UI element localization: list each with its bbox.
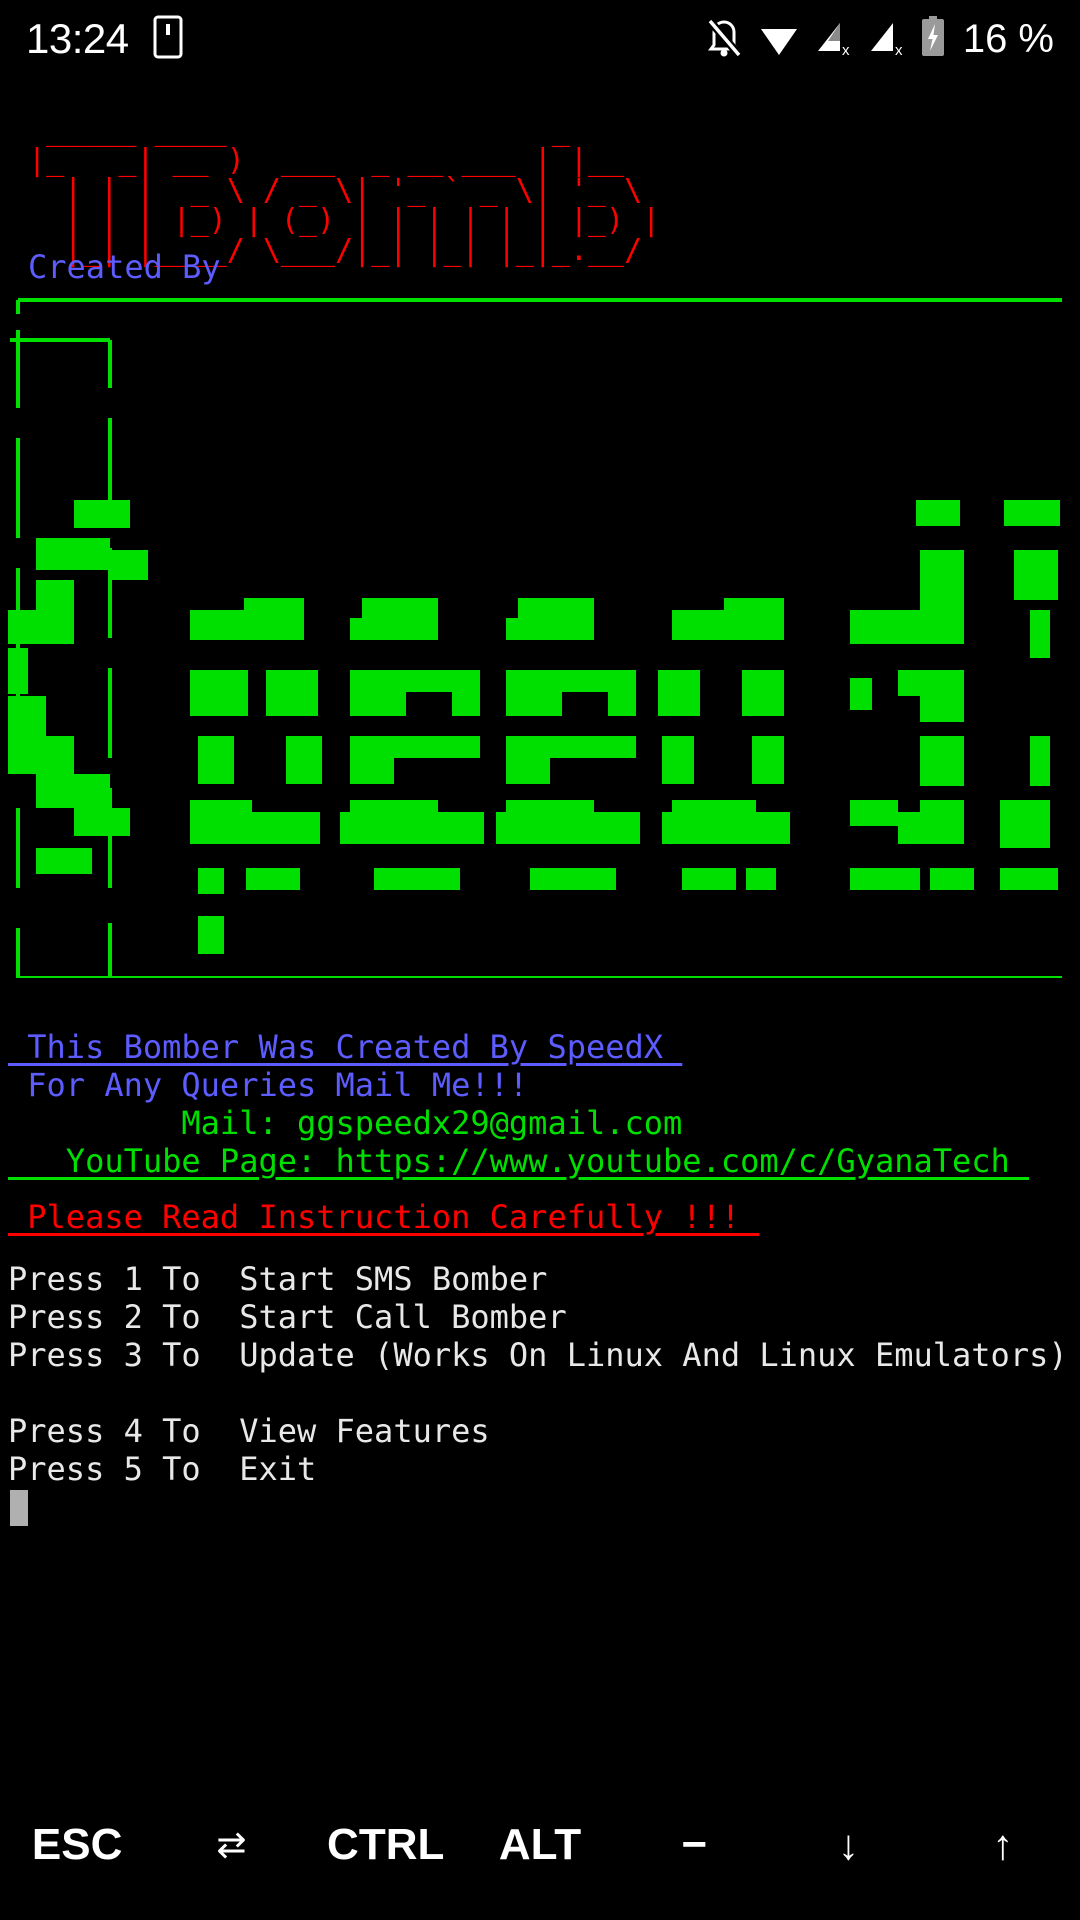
status-bar-right: x x 16 % xyxy=(704,15,1054,63)
svg-text:x: x xyxy=(842,42,850,59)
minus-key[interactable]: − xyxy=(617,1823,771,1867)
tab-key[interactable]: ⇄ xyxy=(154,1827,308,1863)
terminal-output[interactable]: _____ ____ _ |_ _| __ ) ___ _ __ ___ | |… xyxy=(0,78,1080,1770)
device-icon xyxy=(153,15,183,63)
status-clock: 13:24 xyxy=(26,15,129,62)
menu-item-exit[interactable]: Press 5 To Exit xyxy=(8,1450,316,1488)
speedx-block-art xyxy=(8,298,1062,978)
status-bar-left: 13:24 xyxy=(26,15,183,63)
tbomb-ascii-banner: _____ ____ _ |_ _| __ ) ___ _ __ ___ | |… xyxy=(28,113,661,268)
alt-key[interactable]: ALT xyxy=(463,1823,617,1867)
mail-line: Mail: ggspeedx29@gmail.com xyxy=(8,1104,683,1142)
wifi-icon xyxy=(757,15,801,63)
created-by-label: Created By xyxy=(28,248,221,286)
signal-2-no-service-icon: x xyxy=(867,15,907,63)
extra-keys-row: ESC ⇄ CTRL ALT − ↓ ↑ xyxy=(0,1770,1080,1920)
arrow-down-key[interactable]: ↓ xyxy=(771,1824,925,1866)
credit-line-1: This Bomber Was Created By SpeedX xyxy=(8,1028,683,1066)
notifications-off-icon xyxy=(704,15,744,63)
menu-item-call-bomber[interactable]: Press 2 To Start Call Bomber xyxy=(8,1298,567,1336)
battery-charging-icon xyxy=(920,15,946,63)
arrow-up-key[interactable]: ↑ xyxy=(926,1824,1080,1866)
ctrl-key[interactable]: CTRL xyxy=(309,1823,463,1867)
menu-item-sms-bomber[interactable]: Press 1 To Start SMS Bomber xyxy=(8,1260,547,1298)
esc-key[interactable]: ESC xyxy=(0,1823,154,1867)
signal-1-no-service-icon: x xyxy=(814,15,854,63)
warning-line: Please Read Instruction Carefully !!! xyxy=(8,1198,760,1236)
status-bar: 13:24 x x 16 % xyxy=(0,0,1080,78)
youtube-line: YouTube Page: https://www.youtube.com/c/… xyxy=(8,1142,1030,1180)
menu-item-view-features[interactable]: Press 4 To View Features xyxy=(8,1412,490,1450)
terminal-cursor xyxy=(10,1490,28,1526)
svg-text:x: x xyxy=(895,42,903,59)
credit-line-2: For Any Queries Mail Me!!! xyxy=(8,1066,529,1104)
menu-item-update[interactable]: Press 3 To Update (Works On Linux And Li… xyxy=(8,1336,1068,1374)
battery-percent-label: 16 % xyxy=(962,17,1054,61)
